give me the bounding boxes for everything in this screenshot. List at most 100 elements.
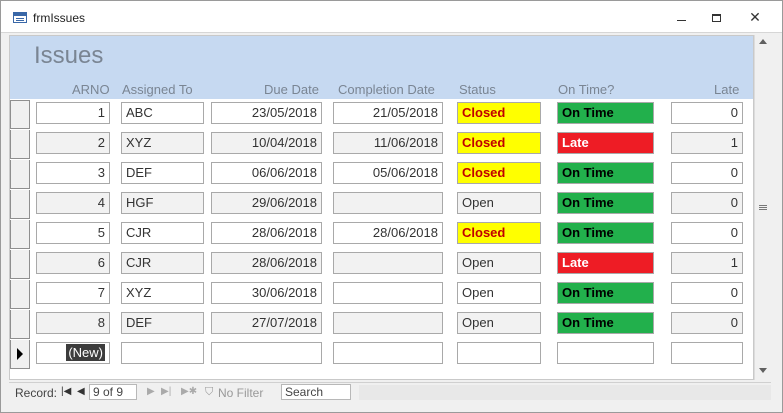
completion-date-field[interactable]: 11/06/2018 [333,132,443,154]
current-record-input[interactable]: 9 of 9 [89,384,137,400]
arno-field[interactable]: 1 [36,102,110,124]
assigned-to-field[interactable]: ABC [121,102,204,124]
record-selector[interactable] [10,280,30,309]
record-selector[interactable] [10,100,30,129]
assigned-to-field[interactable]: CJR [121,252,204,274]
horizontal-scrollbar[interactable] [359,385,771,400]
status-field[interactable] [457,342,541,364]
completion-date-field[interactable] [333,282,443,304]
status-field[interactable]: Open [457,312,541,334]
new-record-button[interactable]: ▶✱ [181,386,197,397]
record-label: Record: [15,386,58,400]
maximize-button[interactable] [706,9,726,25]
due-date-field[interactable]: 29/06/2018 [211,192,322,214]
form-header: Issues ARNO Assigned To Due Date Complet… [10,36,753,99]
arno-field[interactable]: 2 [36,132,110,154]
arno-field[interactable]: 8 [36,312,110,334]
last-record-button[interactable]: ▶| [161,386,171,397]
arno-field[interactable]: 5 [36,222,110,244]
scroll-up-icon[interactable] [759,39,767,44]
due-date-field[interactable] [211,342,322,364]
form-icon [13,12,27,23]
on-time-field[interactable] [557,342,654,364]
assigned-to-field[interactable]: HGF [121,192,204,214]
late-field[interactable]: 0 [671,192,743,214]
search-input[interactable]: Search [281,384,351,400]
previous-record-button[interactable]: ◀ [77,386,85,397]
current-record-arrow-icon [17,348,23,360]
completion-date-field[interactable]: 28/06/2018 [333,222,443,244]
completion-date-field[interactable] [333,342,443,364]
close-button[interactable]: ✕ [745,9,765,25]
vertical-scrollbar[interactable] [754,35,771,380]
assigned-to-field[interactable]: XYZ [121,282,204,304]
status-field[interactable]: Closed [457,162,541,184]
form-window: frmIssues ✕ Issues ARNO Assigned To Due … [0,0,783,413]
status-field[interactable]: Open [457,252,541,274]
completion-date-field[interactable] [333,312,443,334]
on-time-field[interactable]: On Time [557,222,654,244]
due-date-field[interactable]: 30/06/2018 [211,282,322,304]
record-selector[interactable] [10,190,30,219]
minimize-button[interactable] [671,9,691,25]
on-time-field[interactable]: On Time [557,162,654,184]
on-time-field[interactable]: Late [557,132,654,154]
record-selector[interactable] [10,250,30,279]
assigned-to-field[interactable]: DEF [121,312,204,334]
late-field[interactable]: 0 [671,282,743,304]
status-field[interactable]: Open [457,282,541,304]
record-selector[interactable] [10,340,30,369]
arno-field[interactable]: 7 [36,282,110,304]
due-date-field[interactable]: 06/06/2018 [211,162,322,184]
late-field[interactable]: 1 [671,132,743,154]
late-field[interactable] [671,342,743,364]
arno-field[interactable]: (New) [36,342,110,364]
title-bar: frmIssues ✕ [1,1,782,33]
late-field[interactable]: 0 [671,102,743,124]
on-time-field[interactable]: On Time [557,192,654,214]
first-record-button[interactable]: |◀ [61,386,71,397]
status-field[interactable]: Open [457,192,541,214]
completion-date-field[interactable]: 05/06/2018 [333,162,443,184]
next-record-button[interactable]: ▶ [147,386,155,397]
due-date-field[interactable]: 10/04/2018 [211,132,322,154]
late-field[interactable]: 0 [671,312,743,334]
filter-status-button[interactable]: No Filter [218,386,263,400]
due-date-field[interactable]: 28/06/2018 [211,252,322,274]
assigned-to-field[interactable] [121,342,204,364]
due-date-field[interactable]: 23/05/2018 [211,102,322,124]
arno-field[interactable]: 3 [36,162,110,184]
due-date-field[interactable]: 28/06/2018 [211,222,322,244]
completion-date-field[interactable]: 21/05/2018 [333,102,443,124]
on-time-field[interactable]: On Time [557,102,654,124]
status-field[interactable]: Closed [457,102,541,124]
column-header-due-date: Due Date [264,82,319,97]
assigned-to-field[interactable]: DEF [121,162,204,184]
filter-icon: ⛉ [205,386,214,398]
column-header-arno: ARNO [72,82,110,97]
form-body: Issues ARNO Assigned To Due Date Complet… [9,35,754,380]
scroll-grip-icon[interactable] [759,205,767,206]
late-field[interactable]: 0 [671,162,743,184]
record-selector[interactable] [10,220,30,249]
arno-field[interactable]: 4 [36,192,110,214]
completion-date-field[interactable] [333,192,443,214]
due-date-field[interactable]: 27/07/2018 [211,312,322,334]
late-field[interactable]: 0 [671,222,743,244]
status-field[interactable]: Closed [457,222,541,244]
page-title: Issues [34,42,104,69]
record-selector[interactable] [10,160,30,189]
status-field[interactable]: Closed [457,132,541,154]
on-time-field[interactable]: Late [557,252,654,274]
completion-date-field[interactable] [333,252,443,274]
on-time-field[interactable]: On Time [557,282,654,304]
scroll-down-icon[interactable] [759,368,767,373]
minimize-icon [676,20,686,22]
record-selector[interactable] [10,310,30,339]
record-selector[interactable] [10,130,30,159]
late-field[interactable]: 1 [671,252,743,274]
assigned-to-field[interactable]: XYZ [121,132,204,154]
on-time-field[interactable]: On Time [557,312,654,334]
assigned-to-field[interactable]: CJR [121,222,204,244]
arno-field[interactable]: 6 [36,252,110,274]
